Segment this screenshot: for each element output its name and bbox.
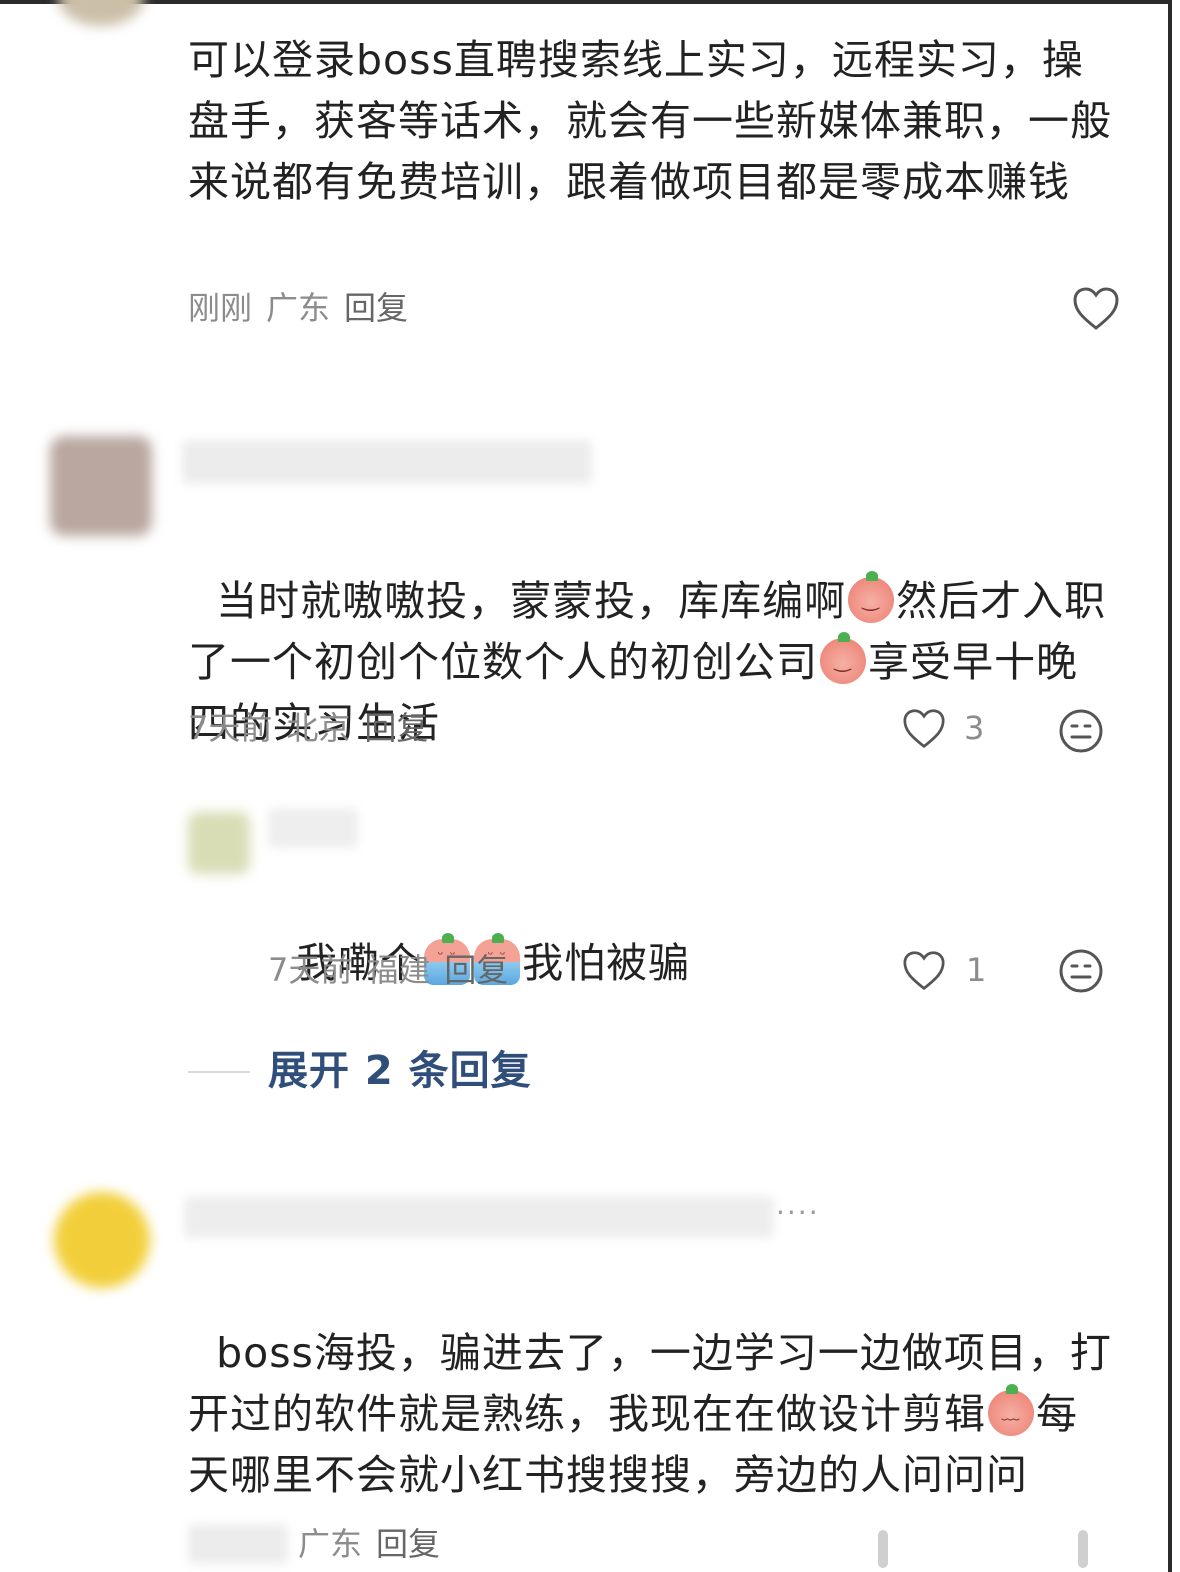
comment-text-segment: boss海投，骗进去了，一边学习一边做项目，打开过的软件就是熟练，我现在在做设计… [188,1329,1112,1438]
avatar[interactable] [50,436,152,536]
heart-outline-icon[interactable] [902,708,946,750]
like-count: 1 [966,951,987,989]
avatar[interactable] [54,1192,150,1288]
peach-cry-emoji [988,1384,1034,1436]
comment-time: 7天前 [188,709,273,747]
reply-button[interactable]: 回复 [444,951,508,989]
reply-meta: 7天前 福建 回复 [268,950,522,990]
username[interactable] [268,808,358,848]
username[interactable] [182,440,592,484]
comment-meta: 广东 回复 [298,1524,454,1564]
heart-outline-icon[interactable] [902,950,946,992]
avatar[interactable] [188,812,250,874]
peach-smile-emoji [848,571,895,623]
comment-time [188,1524,288,1564]
reply-text-segment: 我怕被骗 [522,939,691,987]
comment-location: 广东 [266,289,331,327]
comment-location: 北京 [286,709,351,747]
neutral-face-icon[interactable] [1058,948,1104,994]
neutral-face-icon[interactable] [1058,708,1104,754]
reply-time: 7天前 [268,951,353,989]
avatar[interactable] [58,0,144,26]
comment-location: 广东 [298,1525,363,1563]
comment-text: boss海投，骗进去了，一边学习一边做项目，打开过的软件就是熟练，我现在在做设计… [188,1262,1118,1506]
expand-divider [188,1071,250,1073]
more-indicator[interactable]: ···· [776,1196,820,1229]
reply-location: 福建 [366,951,431,989]
reply-button[interactable]: 回复 [376,1525,440,1563]
scrollbar-marker[interactable] [1078,1530,1088,1568]
peach-smile-emoji [820,632,866,684]
comment-meta: 刚刚 广东 回复 [188,288,422,328]
expand-replies-button[interactable]: 展开 2 条回复 [268,1046,532,1096]
heart-outline-icon[interactable] [1072,286,1120,332]
scrollbar-marker[interactable] [878,1530,888,1568]
comment-text-segment: 当时就嗷嗷投，蒙蒙投，库库编啊 [216,577,847,625]
reply-button[interactable]: 回复 [344,289,408,327]
comment-text: 可以登录boss直聘搜索线上实习，远程实习，操盘手，获客等话术，就会有一些新媒体… [188,36,1112,206]
comment-time: 刚刚 [188,289,253,327]
comment-meta: 7天前 北京 回复 [188,708,442,748]
like-count: 3 [964,709,985,747]
username[interactable] [184,1196,774,1238]
reply-button[interactable]: 回复 [364,709,428,747]
